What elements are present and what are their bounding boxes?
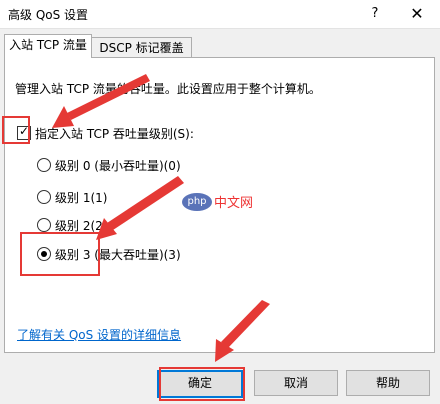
annotation-arrows <box>52 74 270 362</box>
annotation-arrow <box>221 300 270 348</box>
annotation-arrow <box>67 74 150 120</box>
annotation-arrow <box>107 176 184 230</box>
